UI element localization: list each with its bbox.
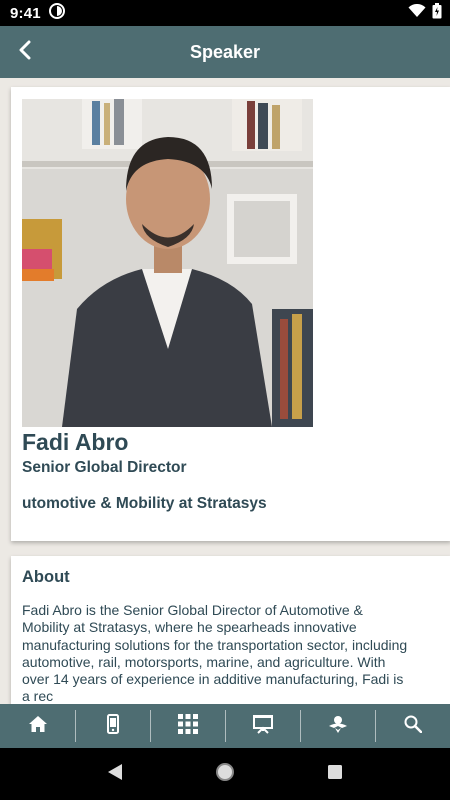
speaker-card: Fadi Abro Senior Global Director utomoti… <box>11 87 450 541</box>
circle-home-icon <box>215 762 235 787</box>
speaker-company: utomotive & Mobility at Stratasys <box>22 495 267 512</box>
nav-presentation[interactable] <box>225 704 300 748</box>
speaker-role: Senior Global Director <box>22 459 187 476</box>
wifi-icon <box>408 3 426 23</box>
system-nav-bar <box>0 748 450 800</box>
chevron-left-icon <box>18 40 32 65</box>
home-icon <box>28 715 48 738</box>
sponsor-icon <box>328 714 348 739</box>
app-notification-icon <box>48 2 65 24</box>
about-card: About Fadi Abro is the Senior Global Dir… <box>11 556 450 704</box>
nav-search[interactable] <box>375 704 450 748</box>
status-bar: 9:41 <box>0 0 450 26</box>
speaker-name: Fadi Abro <box>22 429 129 455</box>
back-button[interactable] <box>10 36 40 68</box>
grid-icon <box>177 713 198 739</box>
nav-sponsors[interactable] <box>300 704 375 748</box>
presentation-icon <box>252 714 273 739</box>
page-title: Speaker <box>189 41 261 62</box>
nav-grid[interactable] <box>150 704 225 748</box>
bottom-nav <box>0 704 450 748</box>
battery-icon <box>432 2 442 24</box>
app-bar: Speaker <box>0 26 450 78</box>
system-back-button[interactable] <box>95 754 135 794</box>
nav-home[interactable] <box>0 704 75 748</box>
system-recents-button[interactable] <box>315 754 355 794</box>
phone-icon <box>106 713 119 739</box>
content-area[interactable]: Fadi Abro Senior Global Director utomoti… <box>0 78 450 704</box>
square-recents-icon <box>327 764 343 785</box>
status-time: 9:41 <box>10 4 41 22</box>
search-icon <box>404 715 422 738</box>
triangle-back-icon <box>107 763 123 786</box>
speaker-photo <box>22 99 313 427</box>
nav-phone[interactable] <box>75 704 150 748</box>
about-text: Fadi Abro is the Senior Global Director … <box>22 602 408 704</box>
system-home-button[interactable] <box>205 754 245 794</box>
about-heading: About <box>22 568 70 586</box>
